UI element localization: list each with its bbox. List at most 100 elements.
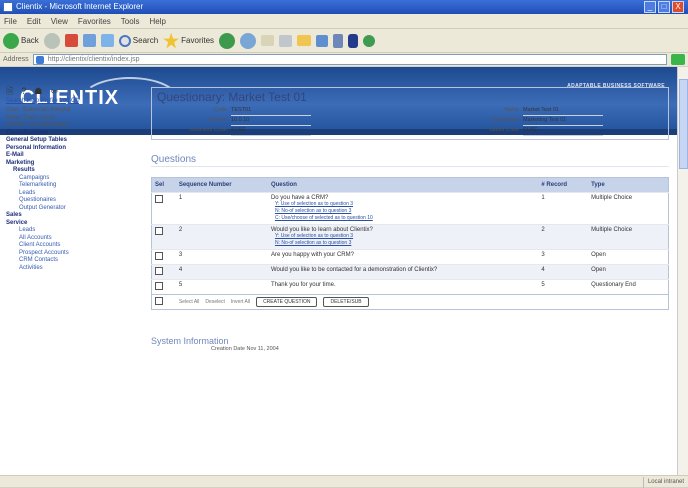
nav-tree-item[interactable]: E-Mail — [6, 152, 141, 160]
col-sel[interactable]: Sel — [151, 177, 176, 193]
nav-tree-item[interactable]: Campaigns — [6, 175, 141, 183]
create-question-button[interactable]: CREATE QUESTION — [256, 297, 318, 307]
home-icon — [100, 34, 114, 47]
nav-tree-item[interactable]: Output Generator — [6, 205, 141, 213]
nav-tree-item[interactable]: General Setup Tables — [6, 137, 141, 145]
media-icon — [219, 32, 236, 49]
answer-option-link[interactable]: Y: Use of selection as to question 3 — [275, 201, 535, 208]
table-row[interactable]: 2 Would you like to learn about Clientix?… — [151, 224, 669, 250]
nav-tree-item[interactable]: All Accounts — [6, 235, 141, 243]
maximize-button[interactable]: □ — [658, 1, 670, 13]
nav-tree-item[interactable]: Classifications — [6, 130, 141, 138]
row-checkbox[interactable] — [155, 282, 163, 290]
minimize-button[interactable]: _ — [644, 1, 656, 13]
discuss-button[interactable] — [316, 32, 329, 50]
deselect-link[interactable]: Deselect — [205, 299, 224, 305]
select-all-checkbox[interactable] — [155, 297, 163, 305]
stop-button[interactable] — [64, 32, 78, 50]
nav-tree-item[interactable]: Prospect Accounts — [6, 250, 141, 258]
table-row[interactable]: 4 Would you like to be contacted for a de… — [151, 264, 669, 280]
answer-option-link[interactable]: N: No-of selection as to question 3 — [275, 208, 535, 215]
answer-option-link[interactable]: N: No-of selection as to question 3 — [275, 240, 535, 247]
star-icon — [163, 32, 180, 49]
logoff-icon[interactable]: ⇦ — [50, 87, 58, 96]
menu-help[interactable]: Help — [149, 17, 165, 26]
nav-tree-item[interactable]: Marketing — [6, 160, 141, 168]
select-all-link[interactable]: Select All — [179, 299, 200, 305]
favorites-button[interactable]: Favorites — [163, 32, 214, 50]
status-bar: Local intranet — [0, 475, 688, 488]
col-type[interactable]: Type — [588, 177, 669, 193]
question-text[interactable]: Thank you for your time. — [271, 282, 535, 288]
menu-favorites[interactable]: Favorites — [78, 17, 111, 26]
delete-button[interactable]: DELETE/SUB — [323, 297, 369, 307]
nav-tree-item[interactable]: Telemarketing — [6, 182, 141, 190]
row-checkbox[interactable] — [155, 227, 163, 235]
row-checkbox[interactable] — [155, 195, 163, 203]
people-button[interactable] — [363, 32, 376, 50]
nav-tree-item[interactable]: CRM Contacts — [6, 257, 141, 265]
table-row[interactable]: 1 Do you have a CRM? Y: Use of selection a… — [151, 192, 669, 225]
nav-tree-item[interactable]: Activities — [6, 265, 141, 273]
field-label: Name — [504, 107, 519, 113]
menu-tools[interactable]: Tools — [121, 17, 140, 26]
menu-edit[interactable]: Edit — [27, 17, 41, 26]
field-value[interactable]: 10.0.10 — [231, 116, 311, 126]
nav-tree-item[interactable]: Service — [6, 220, 141, 228]
field-value[interactable]: Market Test 01 — [523, 106, 603, 116]
nav-tree-item[interactable]: Leads — [6, 190, 141, 198]
address-input[interactable]: http://clientix/clientix/index.jsp — [32, 54, 667, 65]
nav-tree-item[interactable]: Results — [6, 167, 141, 175]
field-value[interactable]: Marketing Test 01 — [523, 116, 603, 126]
col-question[interactable]: Question — [267, 177, 539, 193]
help-icon[interactable]: ? — [21, 87, 26, 96]
menu-view[interactable]: View — [51, 17, 68, 26]
menu-file[interactable]: File — [4, 17, 17, 26]
back-button[interactable]: Back — [3, 32, 39, 50]
field-value[interactable]: SUSE — [523, 126, 603, 136]
history-button[interactable] — [240, 32, 257, 50]
home-button[interactable] — [100, 32, 114, 50]
address-bar: Address http://clientix/clientix/index.j… — [0, 52, 688, 66]
answer-option-link[interactable]: Y: Use of selection as to question 3 — [275, 233, 535, 240]
vertical-scrollbar[interactable] — [677, 67, 688, 475]
messenger-button[interactable] — [333, 32, 344, 50]
row-checkbox[interactable] — [155, 267, 163, 275]
field-value[interactable]: TEST01 — [231, 106, 311, 116]
question-text[interactable]: Are you happy with your CRM? — [271, 252, 535, 258]
blue-tool-button[interactable] — [348, 32, 359, 50]
forward-arrow-icon — [43, 32, 60, 49]
field-value[interactable]: SUSE — [231, 126, 311, 136]
media-button[interactable] — [219, 32, 236, 50]
row-checkbox[interactable] — [155, 252, 163, 260]
answer-option-link[interactable]: C: Use/choose of selected as to question… — [275, 215, 535, 222]
profile-icon[interactable]: ☗ — [34, 87, 42, 96]
sequence-cell: 5 — [175, 279, 268, 295]
print-button[interactable] — [279, 32, 293, 50]
creation-date-label: Creation Date — [211, 346, 245, 352]
nav-tree-item[interactable]: Questionaires — [6, 197, 141, 205]
col-record[interactable]: # Record — [538, 177, 589, 193]
nav-tree-item[interactable]: Personal Information — [6, 145, 141, 153]
search-button[interactable]: Search — [118, 32, 158, 50]
folder-button[interactable] — [297, 32, 312, 50]
go-button[interactable] — [671, 54, 685, 65]
search-tool-icon[interactable]: 🗎 — [6, 87, 13, 96]
close-button[interactable]: X — [672, 1, 684, 13]
refresh-button[interactable] — [82, 32, 96, 50]
invert-link[interactable]: Invert All — [231, 299, 250, 305]
window-titlebar: Clientix - Microsoft Internet Explorer _… — [0, 0, 688, 14]
mail-button[interactable] — [261, 32, 275, 50]
nav-tree-item[interactable]: Sales — [6, 212, 141, 220]
nav-tree-item[interactable]: Leads — [6, 227, 141, 235]
nav-tree-item[interactable]: Client Accounts — [6, 242, 141, 250]
forward-button[interactable] — [43, 32, 60, 50]
table-row[interactable]: 5 Thank you for your time. 5 Questionary En… — [151, 279, 669, 295]
scrollbar-thumb[interactable] — [679, 79, 688, 169]
question-text[interactable]: Would you like to be contacted for a dem… — [271, 267, 535, 273]
table-row[interactable]: 3 Are you happy with your CRM? 3 Open — [151, 249, 669, 265]
sidebar-links[interactable]: Search Help Profile Log Off — [6, 98, 141, 106]
col-sequence[interactable]: Sequence Number — [175, 177, 268, 193]
